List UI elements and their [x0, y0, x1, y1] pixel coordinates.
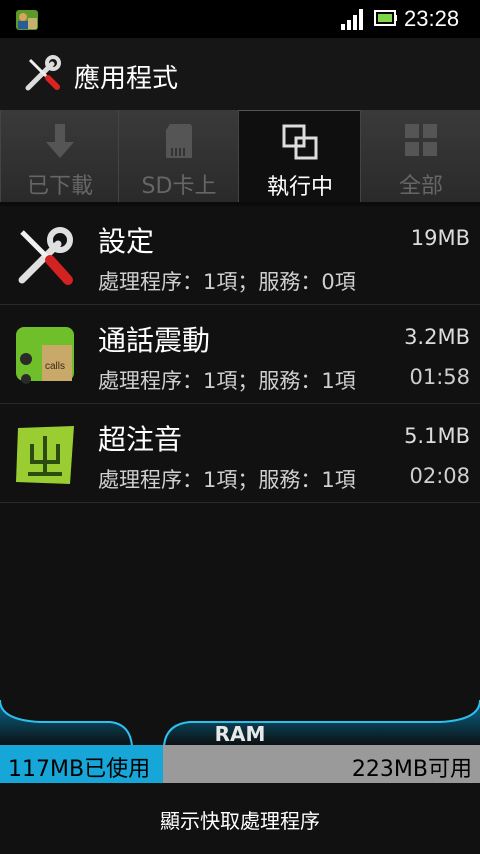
app-run-time: 01:58 [409, 365, 470, 389]
ram-label: RAM [214, 722, 266, 746]
download-arrow-icon [46, 124, 74, 158]
ram-usage-bar: 117MB已使用 223MB可用 [0, 745, 480, 783]
tab-label: 全部 [398, 174, 443, 199]
ram-used-text: 117MB已使用 [8, 757, 151, 782]
tab-downloaded[interactable]: 已下載 [0, 110, 120, 202]
list-item[interactable]: 設定 19MB 處理程序：1項；服務：0項 [0, 206, 480, 305]
running-apps-icon [282, 124, 318, 160]
status-bar: 23:28 [0, 0, 480, 38]
svg-text:calls: calls [45, 361, 65, 372]
tab-sd-card[interactable]: SD卡上 [118, 110, 240, 202]
sd-card-icon [166, 124, 192, 158]
list-item[interactable]: 超注音 5.1MB 處理程序：1項；服務：1項 02:08 [0, 404, 480, 503]
list-item[interactable]: calls 通話震動 3.2MB 處理程序：1項；服務：1項 01:58 [0, 305, 480, 404]
tab-all[interactable]: 全部 [360, 110, 480, 202]
tab-running[interactable]: 執行中 [238, 110, 362, 203]
tab-label: 執行中 [266, 175, 333, 200]
app-name: 通話震動 [98, 324, 211, 357]
app-process-detail: 處理程序：1項；服務：1項 [98, 369, 356, 393]
app-process-detail: 處理程序：1項；服務：1項 [98, 468, 356, 492]
notification-icon [16, 10, 38, 30]
app-bar: 應用程式 [0, 38, 480, 110]
footer-bar: 顯示快取處理程序 [0, 783, 480, 854]
page-title: 應用程式 [74, 64, 179, 94]
app-name: 超注音 [98, 423, 183, 456]
tools-icon [25, 55, 61, 91]
status-time: 23:28 [404, 6, 460, 31]
app-memory-size: 3.2MB [404, 325, 470, 349]
settings-tools-icon [18, 227, 73, 285]
zhuyin-keyboard-icon [16, 426, 74, 484]
signal-icon [341, 9, 363, 30]
ram-free-text: 223MB可用 [351, 757, 472, 782]
show-cached-processes-button[interactable]: 顯示快取處理程序 [0, 805, 480, 834]
running-apps-list: 設定 19MB 處理程序：1項；服務：0項 calls 通話震動 3.2MB 處… [0, 206, 480, 503]
app-run-time: 02:08 [409, 464, 470, 488]
call-vibrate-icon: calls [16, 327, 74, 384]
app-name: 設定 [98, 225, 155, 258]
tab-label: SD卡上 [141, 174, 217, 199]
app-memory-size: 19MB [410, 226, 470, 250]
app-memory-size: 5.1MB [404, 424, 470, 448]
tab-label: 已下載 [26, 174, 93, 199]
app-process-detail: 處理程序：1項；服務：0項 [98, 270, 356, 294]
tab-bar: 已下載 SD卡上 執行中 全部 [0, 110, 480, 206]
grid-icon [405, 124, 437, 156]
battery-icon [374, 10, 397, 26]
